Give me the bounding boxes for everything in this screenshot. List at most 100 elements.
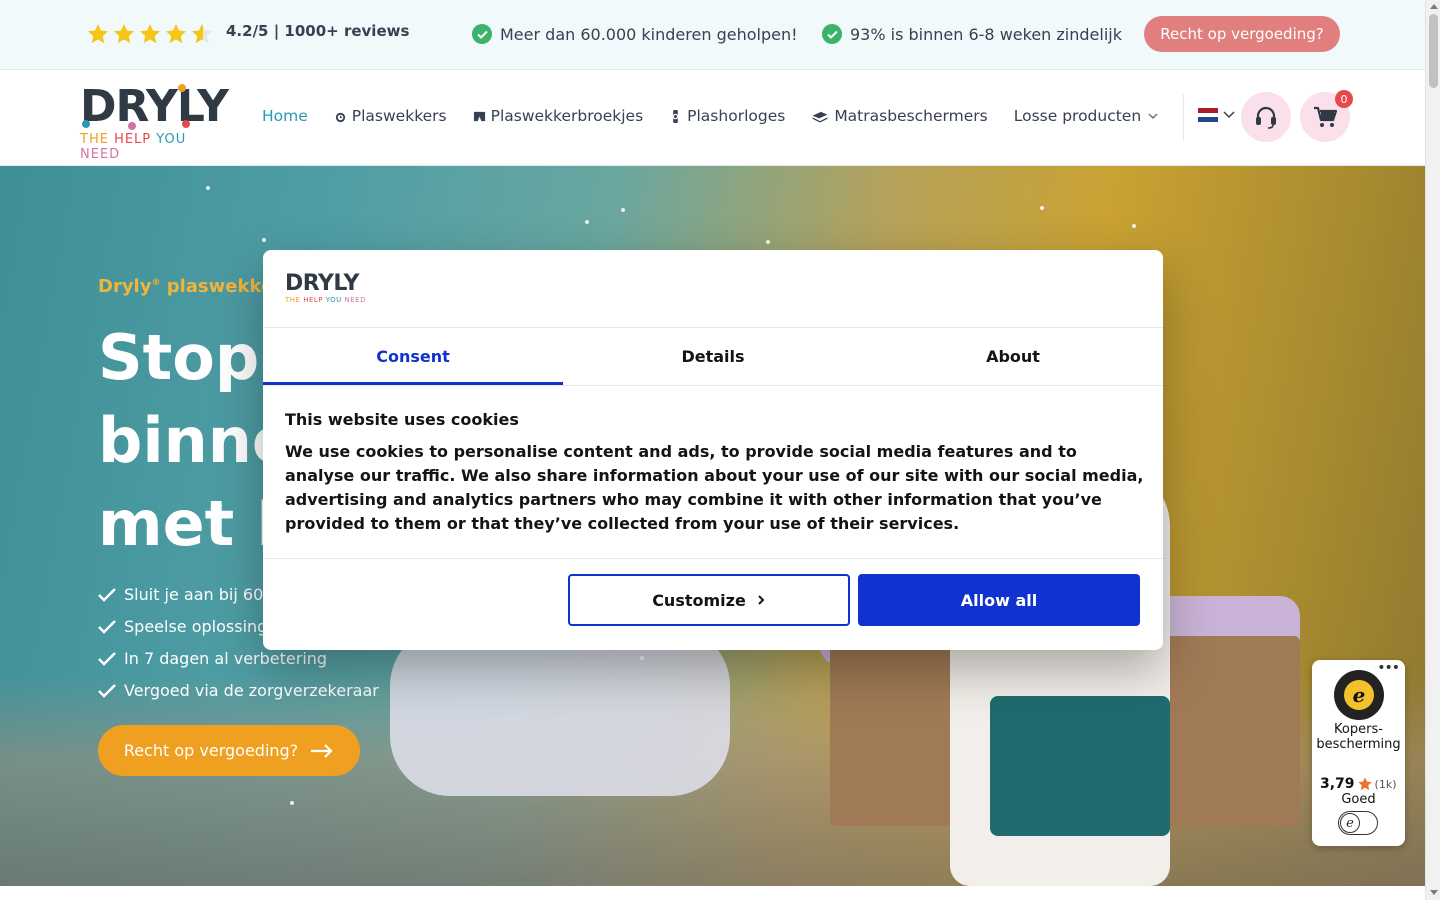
divider [263, 385, 1163, 386]
more-options-icon[interactable]: ••• [1377, 660, 1400, 676]
logo-wordmark: DRYLY [80, 81, 229, 132]
benefit-text: Vergoed via de zorgverzekeraar [124, 681, 379, 700]
language-selector[interactable] [1198, 108, 1236, 123]
score-value: 3,79 [1320, 776, 1355, 792]
page-bottom [0, 886, 1425, 900]
tab-consent[interactable]: Consent [263, 328, 563, 385]
tab-details[interactable]: Details [563, 328, 863, 385]
alarm-clock-icon [335, 112, 345, 122]
chevron-down-icon [1148, 113, 1158, 120]
sparkle [621, 208, 625, 212]
page-scrollbar[interactable] [1425, 0, 1440, 900]
hero-eyebrow-brand: Dryly [98, 276, 152, 297]
logo-dot [82, 120, 90, 128]
checkmark-icon [98, 619, 116, 634]
nav-losse-producten[interactable]: Losse producten [1014, 107, 1160, 125]
buyer-protection-label: Kopers-bescherming [1316, 722, 1401, 752]
sparkle [766, 240, 770, 244]
hero-reimbursement-button[interactable]: Recht op vergoeding? [98, 725, 360, 776]
sparkle [1040, 206, 1044, 210]
scroll-down-arrow-icon[interactable] [1430, 890, 1438, 895]
nav-matrasbeschermers[interactable]: Matrasbeschermers [811, 107, 988, 125]
top-usp-bar: 4.2/5 | 1000+ reviews Meer dan 60.000 ki… [0, 0, 1425, 70]
customer-service-button[interactable] [1241, 92, 1291, 142]
grade-label: Goed [1341, 792, 1376, 807]
list-item: Vergoed via de zorgverzekeraar [98, 680, 379, 701]
nav-plaswekkers[interactable]: Plaswekkers [334, 107, 447, 125]
button-label: Customize [652, 590, 746, 610]
consent-body: We use cookies to personalise content an… [285, 442, 1144, 533]
nav-plaswekkerbroekjes[interactable]: Plaswekkerbroekjes [473, 107, 644, 125]
checkmark-icon [98, 651, 116, 666]
watch-icon [672, 109, 679, 123]
nav-label: Plaswekkers [351, 107, 447, 125]
consent-logo-wordmark: DRYLY [285, 271, 359, 296]
logo-dot [182, 120, 190, 128]
scroll-up-arrow-icon[interactable] [1430, 4, 1438, 9]
rating-stars [86, 22, 214, 46]
half-star-icon [192, 24, 212, 44]
star-icon [166, 24, 186, 44]
sparkle [640, 656, 644, 660]
usp-text: 93% is binnen 6-8 weken zindelijk [850, 24, 1122, 44]
nav-home[interactable]: Home [262, 107, 308, 125]
logo-dot [128, 122, 136, 130]
allow-all-button[interactable]: Allow all [858, 574, 1140, 626]
usp-children-helped: Meer dan 60.000 kinderen geholpen! [472, 24, 798, 44]
scroll-thumb[interactable] [1429, 14, 1438, 88]
usp-success-rate: 93% is binnen 6-8 weken zindelijk [822, 24, 1122, 44]
nav-divider [1183, 94, 1184, 140]
nav-label: Losse producten [1013, 107, 1142, 125]
shorts-icon [473, 111, 485, 121]
star-icon [140, 24, 160, 44]
star-icon [1357, 777, 1372, 791]
cart-icon [1314, 106, 1338, 127]
nav-plashorloges[interactable]: Plashorloges [669, 107, 785, 125]
sparkle [262, 238, 266, 242]
nav-label: Matrasbeschermers [834, 107, 988, 125]
trusted-shops-toggle[interactable]: e [1338, 811, 1378, 835]
headset-icon [1256, 106, 1276, 129]
logo-tagline: THE HELP YOU NEED [80, 132, 187, 162]
checkmark-icon [98, 587, 116, 602]
divider [263, 558, 1163, 559]
chevron-right-icon [758, 595, 765, 605]
main-nav: Home Plaswekkers Plaswekkerbroekjes Plas… [262, 107, 1160, 125]
benefit-text: In 7 dagen al verbetering [124, 649, 328, 668]
netherlands-flag-icon [1198, 108, 1218, 123]
star-icon [88, 24, 108, 44]
trusted-shops-seal-icon: e [1334, 670, 1384, 720]
sparkle [1132, 224, 1136, 228]
button-label: Recht op vergoeding? [123, 741, 299, 760]
trusted-shops-badge[interactable]: ••• e Kopers-bescherming 3,79 (1k) Goed … [1312, 660, 1405, 846]
logo[interactable]: DRYLY THE HELP YOU NEED [80, 81, 230, 163]
site-header: DRYLY THE HELP YOU NEED Home Plaswekkers… [0, 70, 1425, 166]
benefit-text: Sluit je aan bij 60 [124, 585, 264, 604]
mattress-icon [812, 111, 828, 123]
check-circle-icon [472, 24, 492, 44]
checkmark-icon [98, 683, 116, 698]
consent-heading: This website uses cookies [285, 410, 519, 429]
nav-label: Plashorloges [687, 107, 786, 125]
hero-eyebrow: Dryly® plaswekke [98, 276, 273, 297]
rating-text[interactable]: 4.2/5 | 1000+ reviews [226, 22, 409, 40]
consent-tabs: Consent Details About [263, 328, 1163, 385]
review-count: (1k) [1374, 777, 1397, 791]
chevron-down-icon [1223, 111, 1235, 119]
nav-label: Home [262, 107, 308, 125]
trusted-shops-score: 3,79 (1k) [1320, 776, 1397, 792]
tab-about[interactable]: About [863, 328, 1163, 385]
check-circle-icon [822, 24, 842, 44]
nav-label: Plaswekkerbroekjes [490, 107, 644, 125]
seal-letter: e [1344, 680, 1374, 710]
sparkle [206, 186, 210, 190]
customize-button[interactable]: Customize [568, 574, 850, 626]
hero-pillow [390, 626, 730, 796]
trusted-shops-e-icon: e [1340, 813, 1360, 833]
hero-child-shorts [990, 696, 1170, 836]
sparkle [290, 801, 294, 805]
reimbursement-button[interactable]: Recht op vergoeding? [1144, 16, 1340, 52]
sparkle [585, 220, 589, 224]
cart-count-badge: 0 [1335, 90, 1353, 108]
consent-logo-tagline: THE HELP YOU NEED [285, 296, 366, 304]
